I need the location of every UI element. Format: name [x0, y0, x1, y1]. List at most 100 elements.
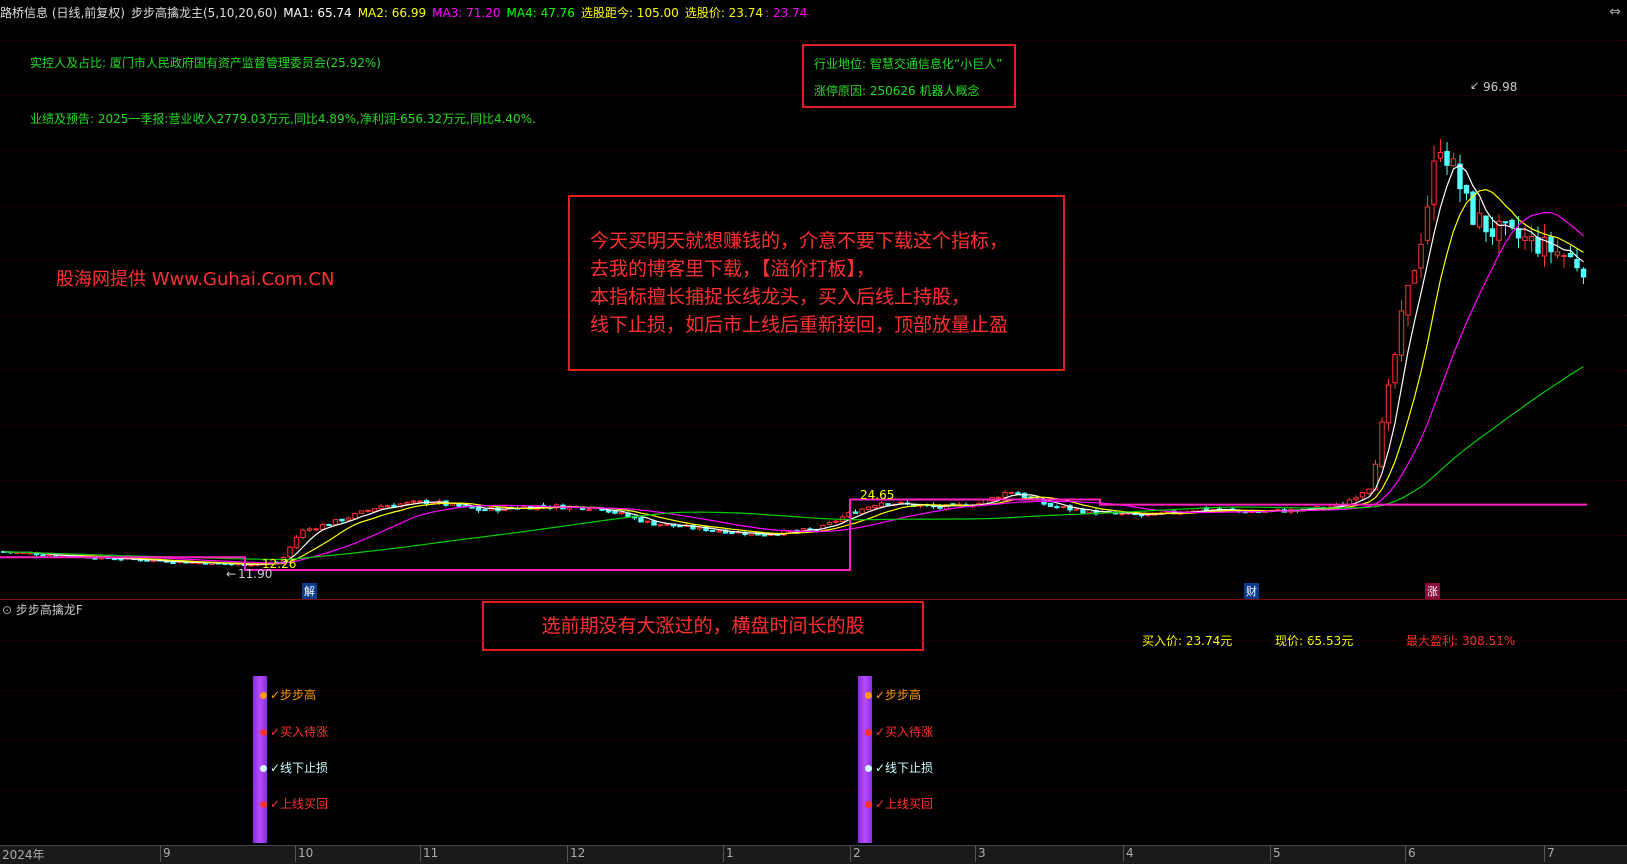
- candle-body: [1457, 163, 1463, 190]
- candle-body: [1054, 506, 1060, 509]
- candle-body: [40, 554, 46, 557]
- pick-price-readout-2: : 23.74: [765, 6, 808, 20]
- month-label: 6: [1408, 846, 1416, 860]
- candle-body: [995, 496, 1002, 499]
- candle-body: [1002, 491, 1008, 498]
- candle-body: [800, 528, 807, 531]
- candle-body: [716, 530, 722, 533]
- stock-title[interactable]: 路桥信息 (日线,前复权): [0, 6, 125, 20]
- sub-panel-title[interactable]: ⊙ 步步高擒龙F: [2, 601, 83, 618]
- candle-body: [1444, 151, 1450, 166]
- candle-body: [1502, 221, 1509, 224]
- pick-label-2: 24.65: [860, 488, 895, 502]
- ma3-readout: MA3: 71.20: [432, 6, 501, 20]
- candle-body: [709, 529, 716, 532]
- candle-body: [833, 520, 839, 523]
- candle-body: [612, 511, 618, 514]
- month-label: 4: [1126, 846, 1134, 860]
- signal-dot-icon: [260, 729, 267, 736]
- candle-body: [1080, 508, 1086, 514]
- candle-body: [1489, 228, 1496, 237]
- earnings-marker[interactable]: 财: [1244, 583, 1259, 599]
- high-arrow-icon: ↙: [1470, 79, 1480, 92]
- candle-body: [1138, 514, 1145, 517]
- signal-buy: ✓买入待涨: [865, 723, 933, 740]
- candle-body: [417, 500, 423, 503]
- candle-body: [1522, 236, 1528, 241]
- candle-body: [313, 528, 319, 531]
- ma4-readout: MA4: 47.76: [506, 6, 575, 20]
- signal-rebuy: ✓上线买回: [865, 795, 933, 812]
- candle-body: [1431, 160, 1437, 205]
- candle-body: [1353, 497, 1359, 501]
- indicator-name[interactable]: 步步高擒龙主(5,10,20,60): [131, 6, 277, 20]
- candle-body: [482, 509, 488, 512]
- signal-dot-icon: [260, 765, 267, 772]
- gridline: [0, 740, 1627, 741]
- candle-body: [657, 524, 664, 527]
- candle-body: [410, 500, 417, 503]
- candle-body: [339, 518, 345, 522]
- month-tick: [160, 846, 161, 862]
- time-axis[interactable]: [0, 845, 1627, 864]
- candle-body: [92, 557, 98, 560]
- candle-body: [371, 508, 378, 512]
- candle-body: [664, 523, 670, 526]
- distance-readout: 选股距今: 105.00: [580, 6, 679, 20]
- signal-step: ✓步步高: [865, 686, 921, 703]
- candle-body: [1060, 506, 1067, 509]
- candle-body: [729, 531, 735, 534]
- candle-body: [300, 529, 306, 538]
- candle-body: [1008, 491, 1015, 494]
- candle-body: [852, 511, 859, 514]
- month-label: 5: [1273, 846, 1281, 860]
- candle-body: [1379, 421, 1385, 468]
- unlock-marker[interactable]: 解: [302, 583, 317, 599]
- candle-body: [618, 512, 625, 515]
- month-label: 1: [726, 846, 734, 860]
- month-label: 2024年: [2, 848, 45, 862]
- candle-body: [319, 524, 326, 530]
- low-arrow-icon: ←: [226, 567, 237, 581]
- candle-body: [872, 505, 878, 509]
- signal-dot-icon: [260, 692, 267, 699]
- candle-body: [384, 505, 391, 508]
- gridline: [0, 640, 1627, 641]
- candle-body: [1411, 270, 1418, 284]
- candle-body: [1366, 488, 1372, 494]
- candle-body: [1437, 151, 1444, 159]
- candle-body: [1119, 513, 1125, 516]
- candle-body: [287, 546, 293, 558]
- price-chart[interactable]: [0, 22, 1627, 599]
- candle-body: [1463, 185, 1470, 194]
- candle-body: [293, 536, 300, 549]
- candle-body: [378, 505, 384, 510]
- collapse-icon[interactable]: ⇔: [1609, 4, 1621, 20]
- candle-body: [352, 512, 358, 520]
- signal-step: ✓步步高: [260, 686, 316, 703]
- candle-body: [1418, 243, 1424, 269]
- candle-body: [170, 562, 176, 565]
- month-label: 7: [1547, 846, 1555, 860]
- limit-up-marker[interactable]: 涨: [1425, 583, 1440, 599]
- month-tick: [723, 846, 724, 862]
- candle-body: [1359, 492, 1366, 498]
- candle-body: [1580, 268, 1587, 278]
- candle-body: [1450, 158, 1457, 167]
- signal-dot-icon: [260, 801, 267, 808]
- stop-loss-line: [0, 498, 1587, 571]
- candle-body: [761, 534, 768, 537]
- candle-body: [644, 520, 651, 523]
- candle-body: [1015, 492, 1021, 495]
- signal-rebuy: ✓上线买回: [260, 795, 328, 812]
- pick-label-1: 12.26: [262, 557, 297, 571]
- candle-body: [1021, 492, 1028, 499]
- signal-buy: ✓买入待涨: [260, 723, 328, 740]
- candle-body: [306, 528, 313, 531]
- panel-divider[interactable]: [0, 599, 1627, 600]
- candle-body: [1047, 502, 1054, 507]
- settings-icon[interactable]: ⊙: [2, 603, 16, 617]
- month-label: 11: [423, 846, 439, 860]
- month-tick: [1405, 846, 1406, 862]
- candle-body: [326, 524, 332, 527]
